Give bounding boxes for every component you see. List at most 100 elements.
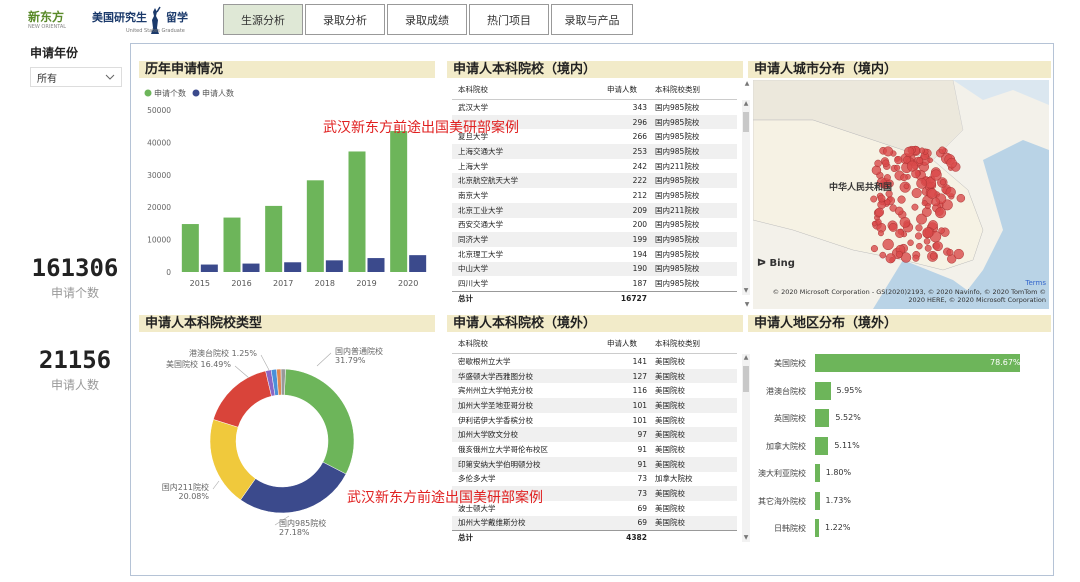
region-bar[interactable] [815,491,820,510]
tab-admission-scores[interactable]: 录取成绩 [387,4,467,35]
city-point[interactable] [895,250,903,258]
table-row[interactable]: 加州大学欧文分校 97 美国院校 [452,427,737,443]
map-scroll-up-icon[interactable]: ▲ [743,80,751,88]
region-bar[interactable] [815,519,819,537]
city-point[interactable] [888,222,898,232]
city-point[interactable] [923,238,931,245]
city-point[interactable] [929,252,938,260]
tab-source-analysis[interactable]: 生源分析 [223,4,303,35]
city-point[interactable] [895,228,905,238]
bar-applicants[interactable] [409,255,427,272]
table-row[interactable]: 南京大学 212 国内985院校 [452,188,737,203]
column-header[interactable]: 本科院校类别 [647,84,727,95]
city-point[interactable] [927,157,933,163]
bar-applications[interactable] [223,217,241,272]
table-row[interactable]: 同济大学 199 国内985院校 [452,232,737,247]
table-row[interactable]: 上海交通大学 253 国内985院校 [452,144,737,159]
region-bar[interactable] [815,409,830,427]
city-point[interactable] [894,206,904,216]
donut-slice[interactable] [212,370,272,428]
city-point[interactable] [946,248,954,256]
city-point[interactable] [916,177,928,189]
column-header[interactable]: 申请人数 [607,84,647,95]
bar-applicants[interactable] [242,263,260,272]
table-row[interactable]: 北京理工大学 194 国内985院校 [452,247,737,262]
bar-applicants[interactable] [284,262,302,272]
city-point[interactable] [878,230,884,237]
city-point[interactable] [933,241,943,252]
bar-applications[interactable] [265,205,283,272]
table-row[interactable]: 宾州州立大学帕克分校 116 美国院校 [452,383,737,398]
tab-admission-analysis[interactable]: 录取分析 [305,4,385,35]
city-point[interactable] [921,200,928,207]
city-point[interactable] [930,169,942,181]
table-row[interactable]: 中山大学 190 国内985院校 [452,261,737,277]
table-row[interactable]: 密歇根州立大学 141 美国院校 [452,354,737,369]
city-point[interactable] [897,195,906,204]
city-point[interactable] [919,147,926,154]
column-header[interactable]: 本科院校 [452,338,607,349]
table-row[interactable]: 伊利诺伊大学香槟分校 101 美国院校 [452,413,737,428]
map-scrollbar[interactable]: ▲ ▼ [743,80,751,309]
bar-applications[interactable] [306,180,324,272]
city-point[interactable] [874,159,882,168]
city-point[interactable] [870,195,878,203]
table-row[interactable]: 多伦多大学 73 加拿大院校 [452,472,737,487]
region-bar[interactable] [815,436,829,455]
table-row[interactable]: 上海大学 242 国内211院校 [452,159,737,174]
table-row[interactable]: 印第安纳大学伯明顿分校 91 美国院校 [452,456,737,472]
city-point[interactable] [931,197,941,207]
donut-slice[interactable] [240,461,347,514]
bar-applicants[interactable] [367,258,385,272]
table-row[interactable]: 武汉大学 343 国内985院校 [452,100,737,115]
city-point[interactable] [871,165,882,175]
city-point[interactable] [884,199,891,206]
city-point[interactable] [922,227,934,239]
city-point[interactable] [903,183,910,190]
city-point[interactable] [938,227,945,234]
city-point[interactable] [911,203,919,211]
bar-applicants[interactable] [325,260,343,272]
tab-admission-products[interactable]: 录取与产品 [551,4,633,35]
column-header[interactable]: 本科院校类别 [647,338,727,349]
city-point[interactable] [885,253,896,264]
bar-applications[interactable] [348,151,366,272]
donut-slice[interactable] [209,419,256,501]
year-filter-select[interactable]: 所有 [30,67,122,87]
table-row[interactable]: 俄亥俄州立大学哥伦布校区 91 美国院校 [452,442,737,457]
city-point[interactable] [939,179,947,186]
city-point[interactable] [900,173,908,182]
city-point[interactable] [874,207,885,217]
city-point[interactable] [899,216,911,228]
column-header[interactable]: 本科院校 [452,84,607,95]
city-point[interactable] [883,146,894,157]
city-point[interactable] [926,188,938,199]
city-point[interactable] [953,248,964,260]
table-row[interactable]: 加州大学戴维斯分校 69 美国院校 [452,515,737,531]
table-row[interactable]: 北京航空航天大学 222 国内985院校 [452,173,737,189]
map-scroll-down-icon[interactable]: ▼ [743,301,751,309]
table-row[interactable]: 加州大学圣地亚哥分校 101 美国院校 [452,398,737,413]
city-point[interactable] [956,193,966,203]
tab-popular-programs[interactable]: 热门项目 [469,4,549,35]
table-row[interactable]: 北京工业大学 209 国内211院校 [452,202,737,218]
city-point[interactable] [935,207,947,219]
city-point[interactable] [945,187,956,198]
donut-slice[interactable] [284,368,355,475]
table-row[interactable]: 西安交通大学 200 国内985院校 [452,218,737,233]
city-point[interactable] [938,146,946,154]
city-point[interactable] [877,194,886,203]
city-point[interactable] [916,157,924,165]
table-row[interactable]: 华盛顿大学西雅图分校 127 美国院校 [452,368,737,384]
city-point[interactable] [871,220,878,227]
city-point[interactable] [924,244,932,252]
city-point[interactable] [904,146,915,157]
city-point[interactable] [882,159,890,167]
city-point[interactable] [915,232,923,240]
city-point[interactable] [870,245,878,253]
city-point[interactable] [894,164,901,171]
city-point[interactable] [911,188,922,199]
table-row[interactable]: 四川大学 187 国内985院校 [452,276,737,291]
map-terms-link[interactable]: Terms [1025,279,1046,287]
city-point[interactable] [912,254,920,262]
